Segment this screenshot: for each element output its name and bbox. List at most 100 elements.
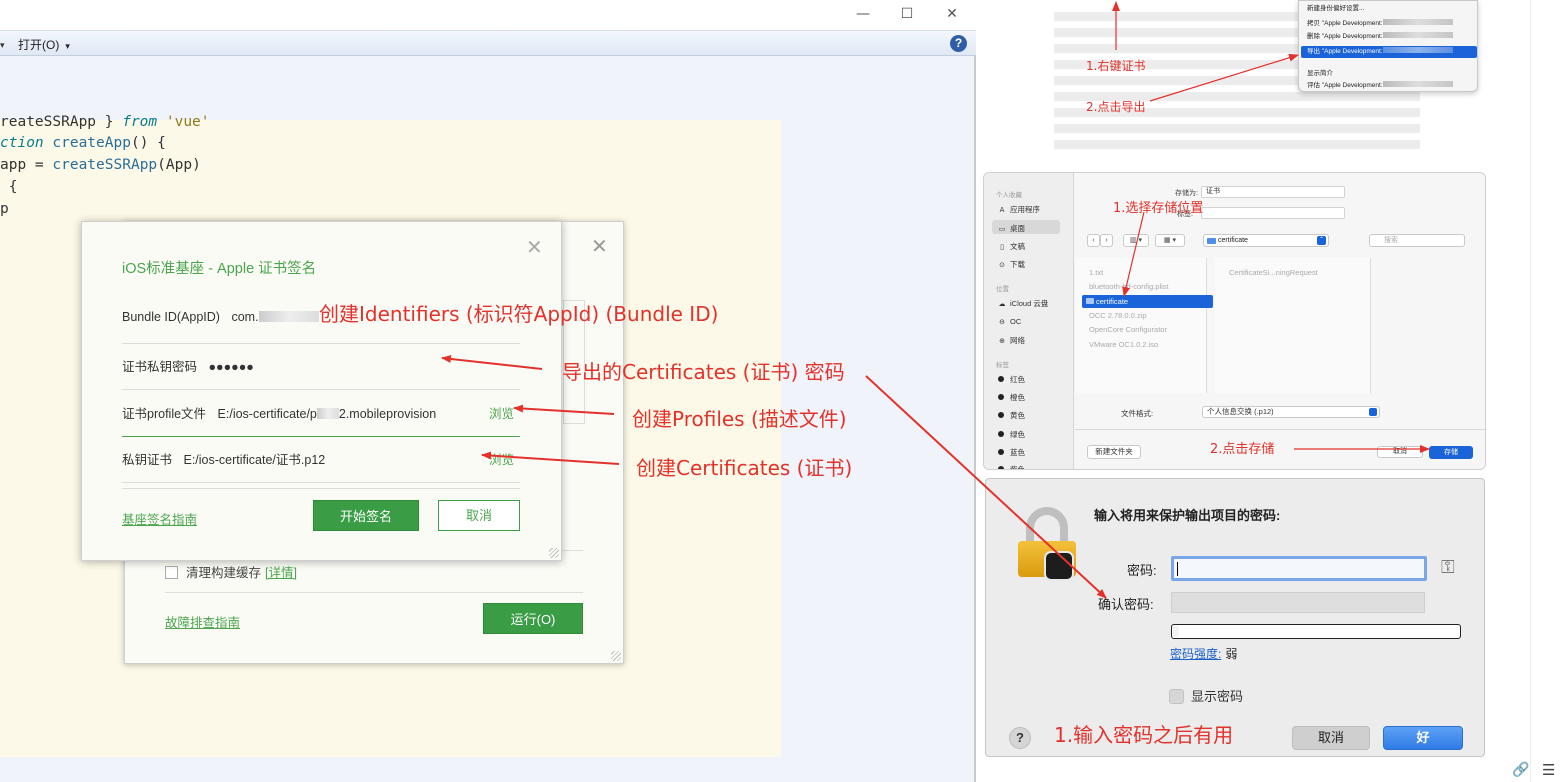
annotation-enter-password: 1.输入密码之后有用 [1054, 723, 1234, 747]
location-popup[interactable]: certificate ⌃ [1203, 234, 1329, 247]
bundle-id-label: Bundle ID(AppID) [122, 310, 220, 324]
sidebar-item-documents[interactable]: ▯ 文稿 [998, 241, 1025, 252]
run-button[interactable]: 运行(O) [483, 603, 583, 634]
annotation-certs-password: 导出的Certificates (证书) 密码 [562, 360, 845, 384]
confirm-password-input[interactable] [1171, 592, 1425, 613]
key-password-field[interactable]: 证书私钥密码 ●●●●●● [122, 356, 520, 390]
grid-view-button[interactable]: ▦ ▾ [1155, 234, 1185, 247]
cancel-button[interactable]: 取消 [1292, 726, 1370, 750]
link-icon[interactable]: 🔗 [1512, 762, 1529, 778]
context-menu-item[interactable]: 新建身份偏好设置... [1307, 2, 1364, 12]
sidebar-tag-red[interactable]: 红色 [998, 374, 1025, 385]
sidebar-tag-green[interactable]: 绿色 [998, 429, 1025, 440]
context-menu-item-delete[interactable]: 删除 "Apple Development: [1307, 30, 1453, 40]
document-icon: ▯ [1000, 243, 1004, 251]
sidebar-tag-blue[interactable]: 蓝色 [998, 447, 1025, 458]
column-view-button[interactable]: ▥ ▾ [1123, 234, 1149, 247]
sidebar-item-network[interactable]: ⊕ 网络 [998, 335, 1025, 346]
clean-cache-checkbox[interactable] [165, 566, 178, 579]
minimize-button[interactable]: — [846, 3, 880, 25]
resize-grip[interactable] [549, 548, 559, 558]
key-icon[interactable]: ⚿ [1441, 557, 1455, 578]
chevron-icon [1369, 408, 1377, 416]
applications-icon: A [999, 206, 1005, 214]
new-folder-button[interactable]: 新建文件夹 [1087, 445, 1141, 459]
file-item[interactable]: OCC 2.78.0.0.zip [1089, 311, 1147, 320]
sidebar-item-downloads[interactable]: ⊙ 下载 [998, 259, 1025, 270]
forward-button[interactable]: › [1100, 234, 1113, 247]
file-item-certificate[interactable]: certificate [1082, 295, 1213, 308]
open-menu-label: 打开(O) [18, 38, 60, 52]
download-icon: ⊙ [999, 261, 1005, 269]
code-line-3: app = createSSRApp(App) [0, 157, 201, 173]
file-item[interactable]: CertificateSi...ningRequest [1229, 268, 1318, 277]
sidebar-item-applications[interactable]: A 应用程序 [998, 204, 1040, 215]
context-menu-item-evaluate[interactable]: 评估 "Apple Development: [1307, 79, 1453, 89]
context-menu-item-copy[interactable]: 拷贝 "Apple Development: [1307, 17, 1453, 27]
tag-dot-icon [998, 449, 1004, 455]
file-format-row: 文件格式: 个人信息交换 (.p12) [1121, 406, 1380, 419]
show-password-option[interactable]: 显示密码 [1169, 686, 1243, 705]
file-column: 1.txt bluetooth-hd-config.plist OCC 2.78… [1075, 258, 1207, 393]
code-line-1: reateSSRApp } from 'vue' [0, 114, 210, 130]
context-menu-item-export[interactable]: 导出 "Apple Development: [1301, 46, 1477, 58]
code-line-4: { [0, 179, 18, 195]
troubleshooting-guide-link[interactable]: 故障排查指南 [165, 612, 240, 631]
file-item[interactable]: 1.txt [1089, 268, 1103, 277]
save-button[interactable]: 存储 [1429, 446, 1473, 459]
clean-cache-details-link[interactable]: [详情] [265, 566, 297, 580]
ok-button[interactable]: 好 [1383, 726, 1463, 750]
annotation-right-click: 1.右键证书 [1086, 59, 1146, 73]
file-item[interactable]: VMware OC1.0.2.iso [1089, 340, 1158, 349]
password-strength-link[interactable]: 密码强度: [1170, 647, 1221, 661]
close-icon[interactable]: ✕ [526, 235, 543, 259]
chevron-icon: ⌃ [1317, 236, 1326, 245]
sidebar-tag-yellow[interactable]: 黄色 [998, 410, 1025, 421]
cancel-button[interactable]: 取消 [1377, 446, 1423, 458]
confirm-password-label: 确认密码: [1098, 597, 1154, 612]
password-input[interactable] [1171, 556, 1427, 581]
open-menu[interactable]: 打开(O) ▾ [18, 36, 70, 53]
resize-grip[interactable] [611, 651, 621, 661]
maximize-button[interactable]: ☐ [890, 3, 924, 25]
file-item[interactable]: OpenCore Configurator [1089, 325, 1167, 334]
help-icon[interactable]: ? [950, 35, 967, 52]
file-format-select[interactable]: 个人信息交换 (.p12) [1202, 406, 1380, 418]
menu-icon[interactable]: ☰ [1542, 761, 1555, 779]
list-row [1054, 124, 1420, 133]
private-key-cert-value: E:/ios-certificate/证书.p12 [183, 453, 326, 467]
profile-browse-button[interactable]: 浏览 [489, 403, 514, 422]
close-window-button[interactable]: ✕ [935, 3, 969, 25]
cert-browse-button[interactable]: 浏览 [489, 449, 514, 468]
chevron-down-icon[interactable]: ▾ [0, 40, 5, 51]
save-as-input[interactable]: 证书 [1201, 186, 1345, 198]
close-icon[interactable]: ✕ [591, 234, 608, 258]
key-password-value: ●●●●●● [208, 360, 254, 374]
file-item[interactable]: bluetooth-hd-config.plist [1089, 282, 1169, 291]
divider [122, 488, 520, 489]
context-menu-item-show-info[interactable]: 显示简介 [1307, 67, 1333, 77]
menu-bar: ▾ 打开(O) ▾ ? [0, 30, 976, 56]
page-right-strip [1530, 0, 1568, 782]
cloud-icon: ☁ [998, 300, 1006, 308]
search-input[interactable]: 搜索 [1369, 234, 1465, 247]
back-button[interactable]: ‹ [1087, 234, 1100, 247]
cancel-button[interactable]: 取消 [438, 500, 520, 531]
start-sign-button[interactable]: 开始签名 [313, 500, 419, 531]
sidebar-item-icloud[interactable]: ☁ iCloud 云盘 [998, 298, 1049, 309]
annotation-certificates: 创建Certificates (证书) [636, 456, 853, 480]
sidebar-item-oc[interactable]: ⊖ OC [998, 317, 1021, 326]
help-icon[interactable]: ? [1009, 727, 1031, 749]
desktop-icon: ▭ [998, 225, 1006, 233]
sidebar-tag-purple[interactable]: 紫色 [998, 464, 1025, 469]
sidebar-tag-orange[interactable]: 橙色 [998, 392, 1025, 403]
sign-guide-link[interactable]: 基座签名指南 [122, 509, 197, 528]
tag-dot-icon [998, 431, 1004, 437]
sidebar-item-desktop[interactable]: ▭ 桌面 [998, 223, 1025, 234]
tag-dot-icon [998, 394, 1004, 400]
show-password-checkbox[interactable] [1169, 689, 1184, 704]
password-label: 密码: [1127, 563, 1157, 578]
profile-file-field[interactable]: 证书profile文件 E:/ios-certificate/p 2.mobile… [122, 403, 520, 437]
private-key-cert-field[interactable]: 私钥证书 E:/ios-certificate/证书.p12 浏览 [122, 449, 520, 483]
tags-input[interactable] [1201, 207, 1345, 219]
